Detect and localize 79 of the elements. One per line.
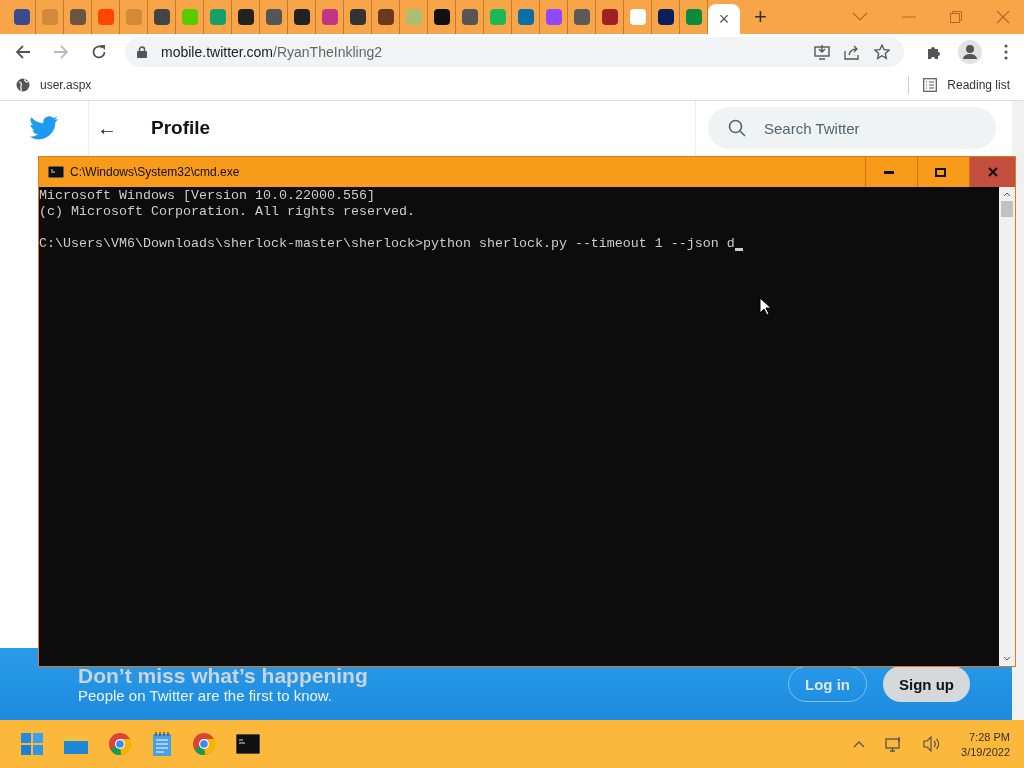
console-window-title: C:\Windows\System32\cmd.exe xyxy=(70,165,240,179)
maximize-icon xyxy=(935,167,946,177)
scroll-down-icon[interactable] xyxy=(1003,656,1011,662)
back-button[interactable]: ← xyxy=(97,116,117,140)
site-favicon-icon xyxy=(377,9,394,25)
browser-tab[interactable]: × xyxy=(708,4,740,34)
site-favicon-icon xyxy=(517,9,534,25)
new-tab-button[interactable]: + xyxy=(754,6,767,28)
clock-date[interactable]: 3/19/2022 xyxy=(961,745,1010,758)
globe-icon xyxy=(16,78,30,92)
console-app-icon xyxy=(48,166,64,178)
banner-headline: Don’t miss what’s happening xyxy=(78,663,368,688)
command-line: C:\Users\VM6\Downloads\sherlock-master\sherlock>python sherlock.py --timeout 1 --json d xyxy=(39,236,735,252)
site-favicon-icon xyxy=(69,9,86,25)
console-line: (c) Microsoft Corporation. All rights reserved. xyxy=(39,204,415,220)
scroll-thumb[interactable] xyxy=(1001,201,1013,217)
more-menu-icon[interactable] xyxy=(1004,44,1008,60)
site-favicon-icon xyxy=(97,9,114,25)
site-favicon-icon xyxy=(349,9,366,25)
site-favicon-icon xyxy=(685,9,702,25)
site-favicon-icon xyxy=(629,9,646,25)
site-favicon-icon xyxy=(433,9,450,25)
close-tab-button[interactable]: × xyxy=(718,10,730,28)
notepad-icon[interactable] xyxy=(152,732,172,756)
site-favicon-icon xyxy=(153,9,170,25)
close-button[interactable] xyxy=(969,157,1015,187)
site-favicon-icon xyxy=(601,9,618,25)
site-favicon-icon xyxy=(125,9,142,25)
restore-icon[interactable] xyxy=(950,11,962,23)
site-favicon-icon xyxy=(321,9,338,25)
start-icon[interactable] xyxy=(20,732,44,756)
site-favicon-icon xyxy=(41,9,58,25)
url-text: mobile.twitter.com/RyanTheInkling2 xyxy=(161,44,382,60)
banner-subline: People on Twitter are the first to know. xyxy=(78,687,334,705)
reading-list-link[interactable]: Reading list xyxy=(947,78,1010,92)
share-icon[interactable] xyxy=(844,44,860,60)
terminal-icon[interactable] xyxy=(236,734,260,754)
profile-avatar-icon[interactable] xyxy=(958,40,982,64)
address-bar[interactable]: mobile.twitter.com/RyanTheInkling2 xyxy=(125,37,904,67)
site-favicon-icon xyxy=(573,9,590,25)
site-favicon-icon xyxy=(265,9,282,25)
site-favicon-icon xyxy=(489,9,506,25)
site-favicon-icon xyxy=(657,9,674,25)
page-title: Profile xyxy=(151,117,211,139)
install-icon[interactable] xyxy=(814,44,830,60)
minimize-icon xyxy=(883,170,894,174)
reading-list-icon[interactable] xyxy=(923,78,938,92)
sign-up-button[interactable]: Sign up xyxy=(883,666,970,702)
clock-time[interactable]: 7:28 PM xyxy=(969,730,1010,743)
lock-icon xyxy=(137,46,147,58)
back-icon[interactable] xyxy=(15,45,31,59)
puzzle-icon[interactable] xyxy=(926,44,942,60)
console-scrollbar[interactable] xyxy=(999,187,1015,666)
site-favicon-icon xyxy=(461,9,478,25)
folder-icon[interactable] xyxy=(64,734,88,754)
search-field[interactable]: Search Twitter xyxy=(708,107,996,149)
bird-logo-icon[interactable] xyxy=(29,116,59,140)
site-favicon-icon xyxy=(405,9,422,25)
site-favicon-icon xyxy=(209,9,226,25)
chevron-up-icon[interactable] xyxy=(853,740,866,748)
speaker-icon[interactable] xyxy=(923,736,942,752)
search-icon xyxy=(728,119,746,137)
console-line: Microsoft Windows [Version 10.0.22000.556] xyxy=(39,188,375,204)
site-favicon-icon xyxy=(545,9,562,25)
scroll-up-icon[interactable] xyxy=(1003,191,1011,197)
close-icon[interactable] xyxy=(996,10,1010,24)
reload-icon[interactable] xyxy=(91,44,107,60)
bookmark-link[interactable]: user.aspx xyxy=(40,78,92,92)
browser-app-icon[interactable] xyxy=(192,732,216,756)
site-favicon-icon xyxy=(181,9,198,25)
close-icon xyxy=(987,167,998,177)
site-favicon-icon xyxy=(293,9,310,25)
site-favicon-icon xyxy=(237,9,254,25)
browser-app-icon[interactable] xyxy=(108,732,132,756)
text-cursor-icon xyxy=(734,248,743,251)
star-icon[interactable] xyxy=(874,44,890,60)
mouse-pointer-icon xyxy=(759,297,771,316)
chevron-down-icon[interactable] xyxy=(852,12,868,22)
site-favicon-icon xyxy=(13,9,30,25)
